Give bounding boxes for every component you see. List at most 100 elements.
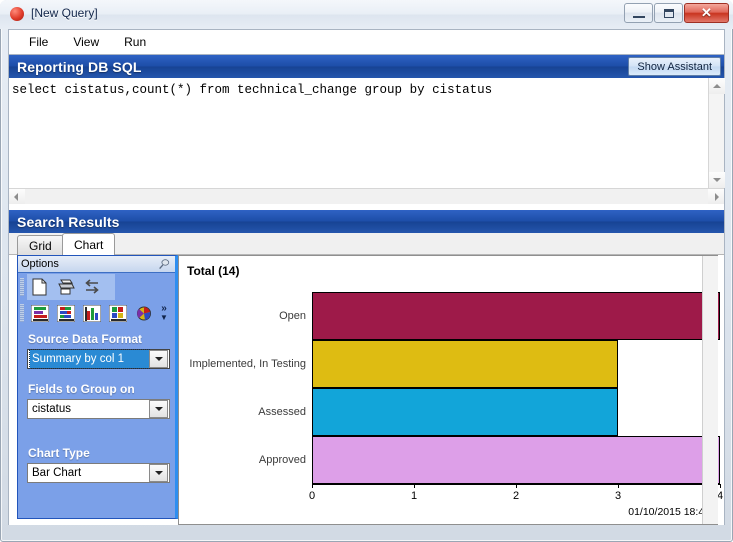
- minimize-icon: [633, 16, 645, 18]
- fields-to-group-on-select[interactable]: cistatus: [27, 399, 170, 419]
- chart-type-select[interactable]: Bar Chart: [27, 463, 170, 483]
- fields-to-group-on-value: cistatus: [32, 403, 71, 415]
- scroll-up-button[interactable]: [709, 78, 725, 94]
- source-data-format-dropdown-arrow[interactable]: [149, 350, 168, 368]
- chart-category-label: Open: [279, 310, 306, 322]
- maximize-button[interactable]: [654, 3, 683, 23]
- column-chart-icon: [83, 304, 101, 322]
- options-panel-header: Options: [18, 256, 175, 273]
- results-section-title: Search Results: [17, 213, 120, 230]
- chart-x-tick: [414, 484, 415, 488]
- fields-to-group-on-label: Fields to Group on: [28, 382, 135, 396]
- new-document-icon: [32, 278, 47, 296]
- chart-type-dropdown-arrow[interactable]: [149, 464, 168, 482]
- chart-panel: Total (14) Open Implemented, In Testing As…: [178, 255, 723, 525]
- chevron-right-icon: [715, 193, 719, 201]
- application-window: [New Query] ✕ File View Run Reporting DB…: [0, 0, 733, 542]
- close-icon: ✕: [701, 5, 712, 20]
- chevron-up-icon: [713, 84, 721, 88]
- pie-chart-icon: [137, 306, 151, 320]
- chart-category-label: Approved: [258, 454, 306, 466]
- toolbar-overflow-button[interactable]: » ▼: [157, 303, 171, 323]
- source-data-format-label: Source Data Format: [28, 332, 143, 346]
- results-section-header: Search Results: [9, 210, 724, 233]
- maximize-icon: [664, 9, 674, 18]
- chevron-down-icon-overflow: ▼: [160, 313, 168, 322]
- chart-type-value: Bar Chart: [32, 467, 82, 479]
- chart-bar: [312, 388, 618, 436]
- pin-icon[interactable]: [158, 258, 171, 271]
- menu-item-run[interactable]: Run: [114, 32, 156, 52]
- tab-chart[interactable]: Chart: [62, 233, 116, 255]
- minimize-button[interactable]: [624, 3, 653, 23]
- stacked-bar-chart-button[interactable]: [53, 301, 79, 325]
- chart-vertical-scrollbar[interactable]: [702, 256, 718, 524]
- options-toolbar-row-2: » ▼: [18, 300, 179, 326]
- stacked-bar-chart-icon: [57, 304, 75, 322]
- print-button[interactable]: [53, 275, 79, 299]
- fields-to-group-on-dropdown-arrow[interactable]: [149, 400, 168, 418]
- grouped-column-chart-icon: [109, 304, 127, 322]
- chart-title: Total (14): [187, 264, 240, 278]
- source-data-format-value: Summary by col 1: [29, 349, 150, 369]
- chart-bar: [312, 340, 618, 388]
- bar-chart-icon: [31, 304, 49, 322]
- menu-bar: File View Run: [9, 30, 724, 55]
- results-tabstrip: Grid Chart: [9, 233, 724, 255]
- show-assistant-button[interactable]: Show Assistant: [628, 57, 721, 76]
- chart-bar: [312, 292, 720, 340]
- chart-plot-area: Open Implemented, In Testing Assessed Appro…: [189, 292, 723, 502]
- sql-query-text: select cistatus,count(*) from technical_…: [12, 83, 493, 97]
- toolbar-grip[interactable]: [20, 278, 24, 296]
- chart-x-tick-label: 3: [614, 490, 622, 502]
- tab-grid[interactable]: Grid: [17, 235, 64, 255]
- scroll-left-button[interactable]: [9, 189, 25, 204]
- chart-timestamp: 01/10/2015 18:41: [628, 506, 710, 518]
- chevron-left-icon: [14, 193, 18, 201]
- scroll-down-button[interactable]: [709, 172, 725, 188]
- menu-item-view[interactable]: View: [63, 32, 109, 52]
- sql-editor[interactable]: select cistatus,count(*) from technical_…: [9, 78, 725, 188]
- scroll-right-button[interactable]: [708, 189, 724, 204]
- pie-chart-button[interactable]: [131, 301, 157, 325]
- new-document-button[interactable]: [27, 275, 53, 299]
- chart-category-label: Assessed: [258, 406, 306, 418]
- chevron-down-icon: [154, 407, 163, 411]
- chart-x-tick: [312, 484, 313, 488]
- options-panel-title: Options: [21, 258, 59, 270]
- chevron-down-icon: [154, 471, 163, 475]
- swap-arrows-icon: [85, 279, 99, 294]
- sql-section-header: Reporting DB SQL Show Assistant: [9, 55, 724, 78]
- sql-section-title: Reporting DB SQL: [17, 58, 142, 75]
- close-button[interactable]: ✕: [684, 3, 729, 23]
- client-area: File View Run Reporting DB SQL Show Assi…: [8, 29, 725, 525]
- print-icon: [57, 279, 75, 295]
- chart-bar: [312, 436, 720, 484]
- menu-item-file[interactable]: File: [19, 32, 58, 52]
- bar-chart-button[interactable]: [27, 301, 53, 325]
- chart-x-tick: [618, 484, 619, 488]
- chart-x-tick-label: 0: [308, 490, 316, 502]
- column-chart-button[interactable]: [79, 301, 105, 325]
- sql-vertical-scrollbar[interactable]: [708, 78, 725, 188]
- chart-x-tick-label: 1: [410, 490, 418, 502]
- toolbar-grip-2[interactable]: [20, 304, 24, 322]
- source-data-format-select[interactable]: Summary by col 1: [27, 349, 170, 369]
- app-icon: [10, 7, 24, 21]
- sql-horizontal-scrollbar[interactable]: [9, 188, 724, 204]
- chart-x-tick: [720, 484, 721, 488]
- chart-x-tick-label: 2: [512, 490, 520, 502]
- window-title: [New Query]: [31, 6, 98, 20]
- chart-category-label: Implemented, In Testing: [189, 358, 306, 370]
- chevron-down-icon: [154, 357, 163, 361]
- swap-arrows-button[interactable]: [79, 275, 105, 299]
- grouped-column-chart-button[interactable]: [105, 301, 131, 325]
- options-toolbar-row-1: [18, 274, 179, 300]
- chart-type-label: Chart Type: [28, 446, 90, 460]
- chevron-down-icon: [713, 178, 721, 182]
- chart-x-tick: [516, 484, 517, 488]
- results-body: Options » ▼ Source Data Format Summary b…: [9, 255, 724, 525]
- title-bar: [New Query] ✕: [0, 0, 733, 29]
- window-controls: ✕: [623, 3, 729, 23]
- chevron-double-right-icon: »: [161, 303, 167, 314]
